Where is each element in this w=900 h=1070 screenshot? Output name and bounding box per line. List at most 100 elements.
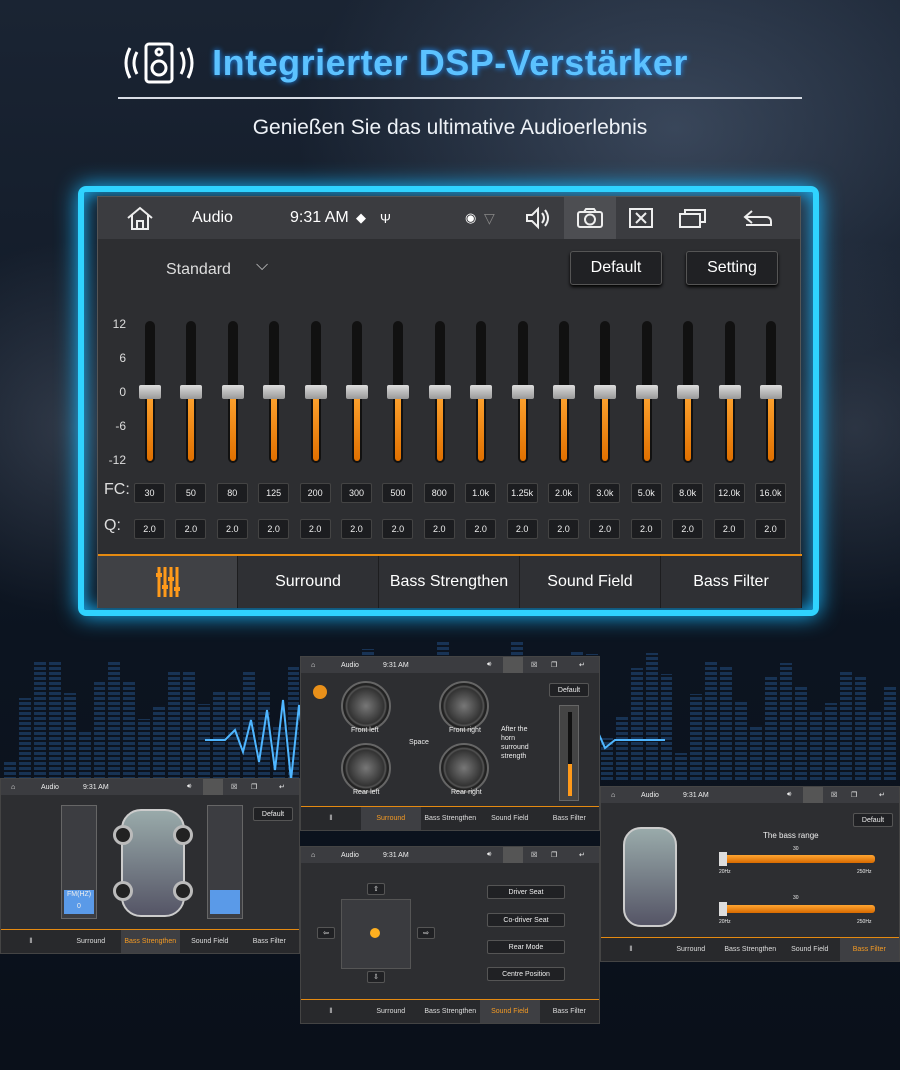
back-icon[interactable]: ↵: [579, 661, 585, 669]
eq-slider-30[interactable]: [139, 321, 161, 463]
q-cell[interactable]: 2.0: [672, 519, 704, 539]
close-window-icon[interactable]: ☒: [531, 661, 537, 669]
camera-icon[interactable]: [564, 197, 616, 239]
front-right-dial[interactable]: [439, 681, 489, 731]
fc-cell[interactable]: 500: [382, 483, 414, 503]
camera-icon[interactable]: [203, 779, 223, 795]
q-cell[interactable]: 2.0: [258, 519, 290, 539]
q-cell[interactable]: 2.0: [589, 519, 621, 539]
q-cell[interactable]: 2.0: [548, 519, 579, 539]
close-window-icon[interactable]: [625, 197, 657, 239]
eq-slider-5.0k[interactable]: [635, 321, 658, 463]
camera-icon[interactable]: [803, 787, 823, 803]
home-icon[interactable]: ⌂: [11, 784, 15, 791]
fc-cell[interactable]: 800: [423, 483, 455, 503]
tab-bass-filter[interactable]: Bass Filter: [540, 1000, 600, 1023]
tab-bass-filter[interactable]: Bass Filter: [240, 930, 300, 953]
fc-cell[interactable]: 12.0k: [713, 483, 745, 503]
tab-equalizer[interactable]: ⫴: [601, 938, 661, 961]
q-cell[interactable]: 2.0: [382, 519, 414, 539]
driver-seat-button[interactable]: Driver Seat: [487, 885, 565, 899]
back-icon[interactable]: ↵: [279, 783, 285, 791]
eq-slider-80[interactable]: [221, 321, 244, 463]
eq-slider-125[interactable]: [263, 321, 286, 463]
tab-equalizer[interactable]: [98, 556, 238, 608]
tab-sound-field[interactable]: Sound Field: [480, 1000, 540, 1023]
eq-slider-knob[interactable]: [718, 385, 741, 399]
fc-cell[interactable]: 1.25k: [506, 483, 538, 503]
strength-slider[interactable]: [559, 705, 579, 801]
q-cell[interactable]: 2.0: [630, 519, 662, 539]
tab-bass-strengthen[interactable]: Bass Strengthen: [120, 930, 180, 953]
back-icon[interactable]: ↵: [879, 791, 885, 799]
tab-bass-strengthen[interactable]: Bass Strengthen: [421, 807, 481, 830]
volume-icon[interactable]: 🔊︎: [487, 661, 491, 669]
volume-icon[interactable]: 🔊︎: [787, 791, 791, 799]
tab-surround[interactable]: Surround: [61, 930, 121, 953]
eq-slider-12.0k[interactable]: [718, 321, 741, 463]
q-cell[interactable]: 2.0: [755, 519, 786, 539]
close-window-icon[interactable]: ☒: [531, 851, 537, 859]
arrow-right-icon[interactable]: ⇨: [417, 927, 435, 939]
eq-slider-knob[interactable]: [428, 385, 451, 399]
preset-select[interactable]: Standard: [166, 261, 231, 279]
tab-bass-filter[interactable]: Bass Filter: [839, 938, 899, 961]
eq-slider-knob[interactable]: [304, 385, 327, 399]
listening-position[interactable]: [370, 928, 380, 938]
tab-bass-filter[interactable]: Bass Filter: [661, 556, 802, 608]
eq-slider-knob[interactable]: [511, 385, 534, 399]
eq-slider-knob[interactable]: [760, 385, 782, 399]
fc-cell[interactable]: 50: [175, 483, 207, 503]
default-button[interactable]: Default: [549, 683, 589, 697]
volume-icon[interactable]: [522, 197, 554, 239]
tab-sound-field[interactable]: Sound Field: [180, 930, 240, 953]
eq-slider-knob[interactable]: [263, 385, 286, 399]
tab-surround[interactable]: Surround: [238, 556, 379, 608]
q-cell[interactable]: 2.0: [423, 519, 455, 539]
recent-apps-icon[interactable]: ❐: [251, 783, 257, 791]
q-cell[interactable]: 2.0: [713, 519, 745, 539]
eq-slider-knob[interactable]: [470, 385, 493, 399]
chevron-down-icon[interactable]: ⌵: [256, 257, 268, 275]
centre-position-button[interactable]: Centre Position: [487, 967, 565, 981]
home-icon[interactable]: ⌂: [311, 662, 315, 669]
tab-sound-field[interactable]: Sound Field: [780, 938, 840, 961]
eq-slider-800[interactable]: [428, 321, 451, 463]
volume-icon[interactable]: 🔊︎: [187, 783, 191, 791]
fc-cell[interactable]: 300: [341, 483, 372, 503]
q-cell[interactable]: 2.0: [341, 519, 372, 539]
close-window-icon[interactable]: ☒: [831, 791, 837, 799]
recent-apps-icon[interactable]: ❐: [551, 661, 557, 669]
co-driver-seat-button[interactable]: Co-driver Seat: [487, 913, 565, 927]
back-icon[interactable]: [740, 197, 776, 239]
tab-equalizer[interactable]: ⫴: [1, 930, 61, 953]
eq-slider-knob[interactable]: [677, 385, 700, 399]
q-cell[interactable]: 2.0: [506, 519, 538, 539]
eq-slider-300[interactable]: [346, 321, 368, 463]
tab-bass-strengthen[interactable]: Bass Strengthen: [721, 938, 781, 961]
left-bass-slider[interactable]: [61, 805, 97, 919]
bass-range-slider-1[interactable]: [719, 852, 875, 866]
eq-slider-knob[interactable]: [346, 385, 368, 399]
eq-slider-knob[interactable]: [180, 385, 203, 399]
fc-cell[interactable]: 1.0k: [465, 483, 497, 503]
tab-equalizer[interactable]: ⫴: [301, 1000, 361, 1023]
volume-icon[interactable]: 🔊︎: [487, 851, 491, 859]
tab-sound-field[interactable]: Sound Field: [520, 556, 661, 608]
fc-cell[interactable]: 200: [299, 483, 331, 503]
rear-mode-button[interactable]: Rear Mode: [487, 940, 565, 954]
q-cell[interactable]: 2.0: [465, 519, 497, 539]
eq-slider-1.0k[interactable]: [470, 321, 493, 463]
rear-left-dial[interactable]: [341, 743, 391, 793]
close-window-icon[interactable]: ☒: [231, 783, 237, 791]
default-button[interactable]: Default: [570, 251, 662, 285]
tab-surround[interactable]: Surround: [661, 938, 721, 961]
eq-slider-50[interactable]: [180, 321, 203, 463]
tab-surround[interactable]: Surround: [361, 1000, 421, 1023]
power-icon[interactable]: [313, 685, 327, 699]
eq-slider-2.0k[interactable]: [553, 321, 575, 463]
fc-cell[interactable]: 16.0k: [755, 483, 786, 503]
fc-cell[interactable]: 3.0k: [589, 483, 621, 503]
q-cell[interactable]: 2.0: [216, 519, 248, 539]
back-icon[interactable]: ↵: [579, 851, 585, 859]
